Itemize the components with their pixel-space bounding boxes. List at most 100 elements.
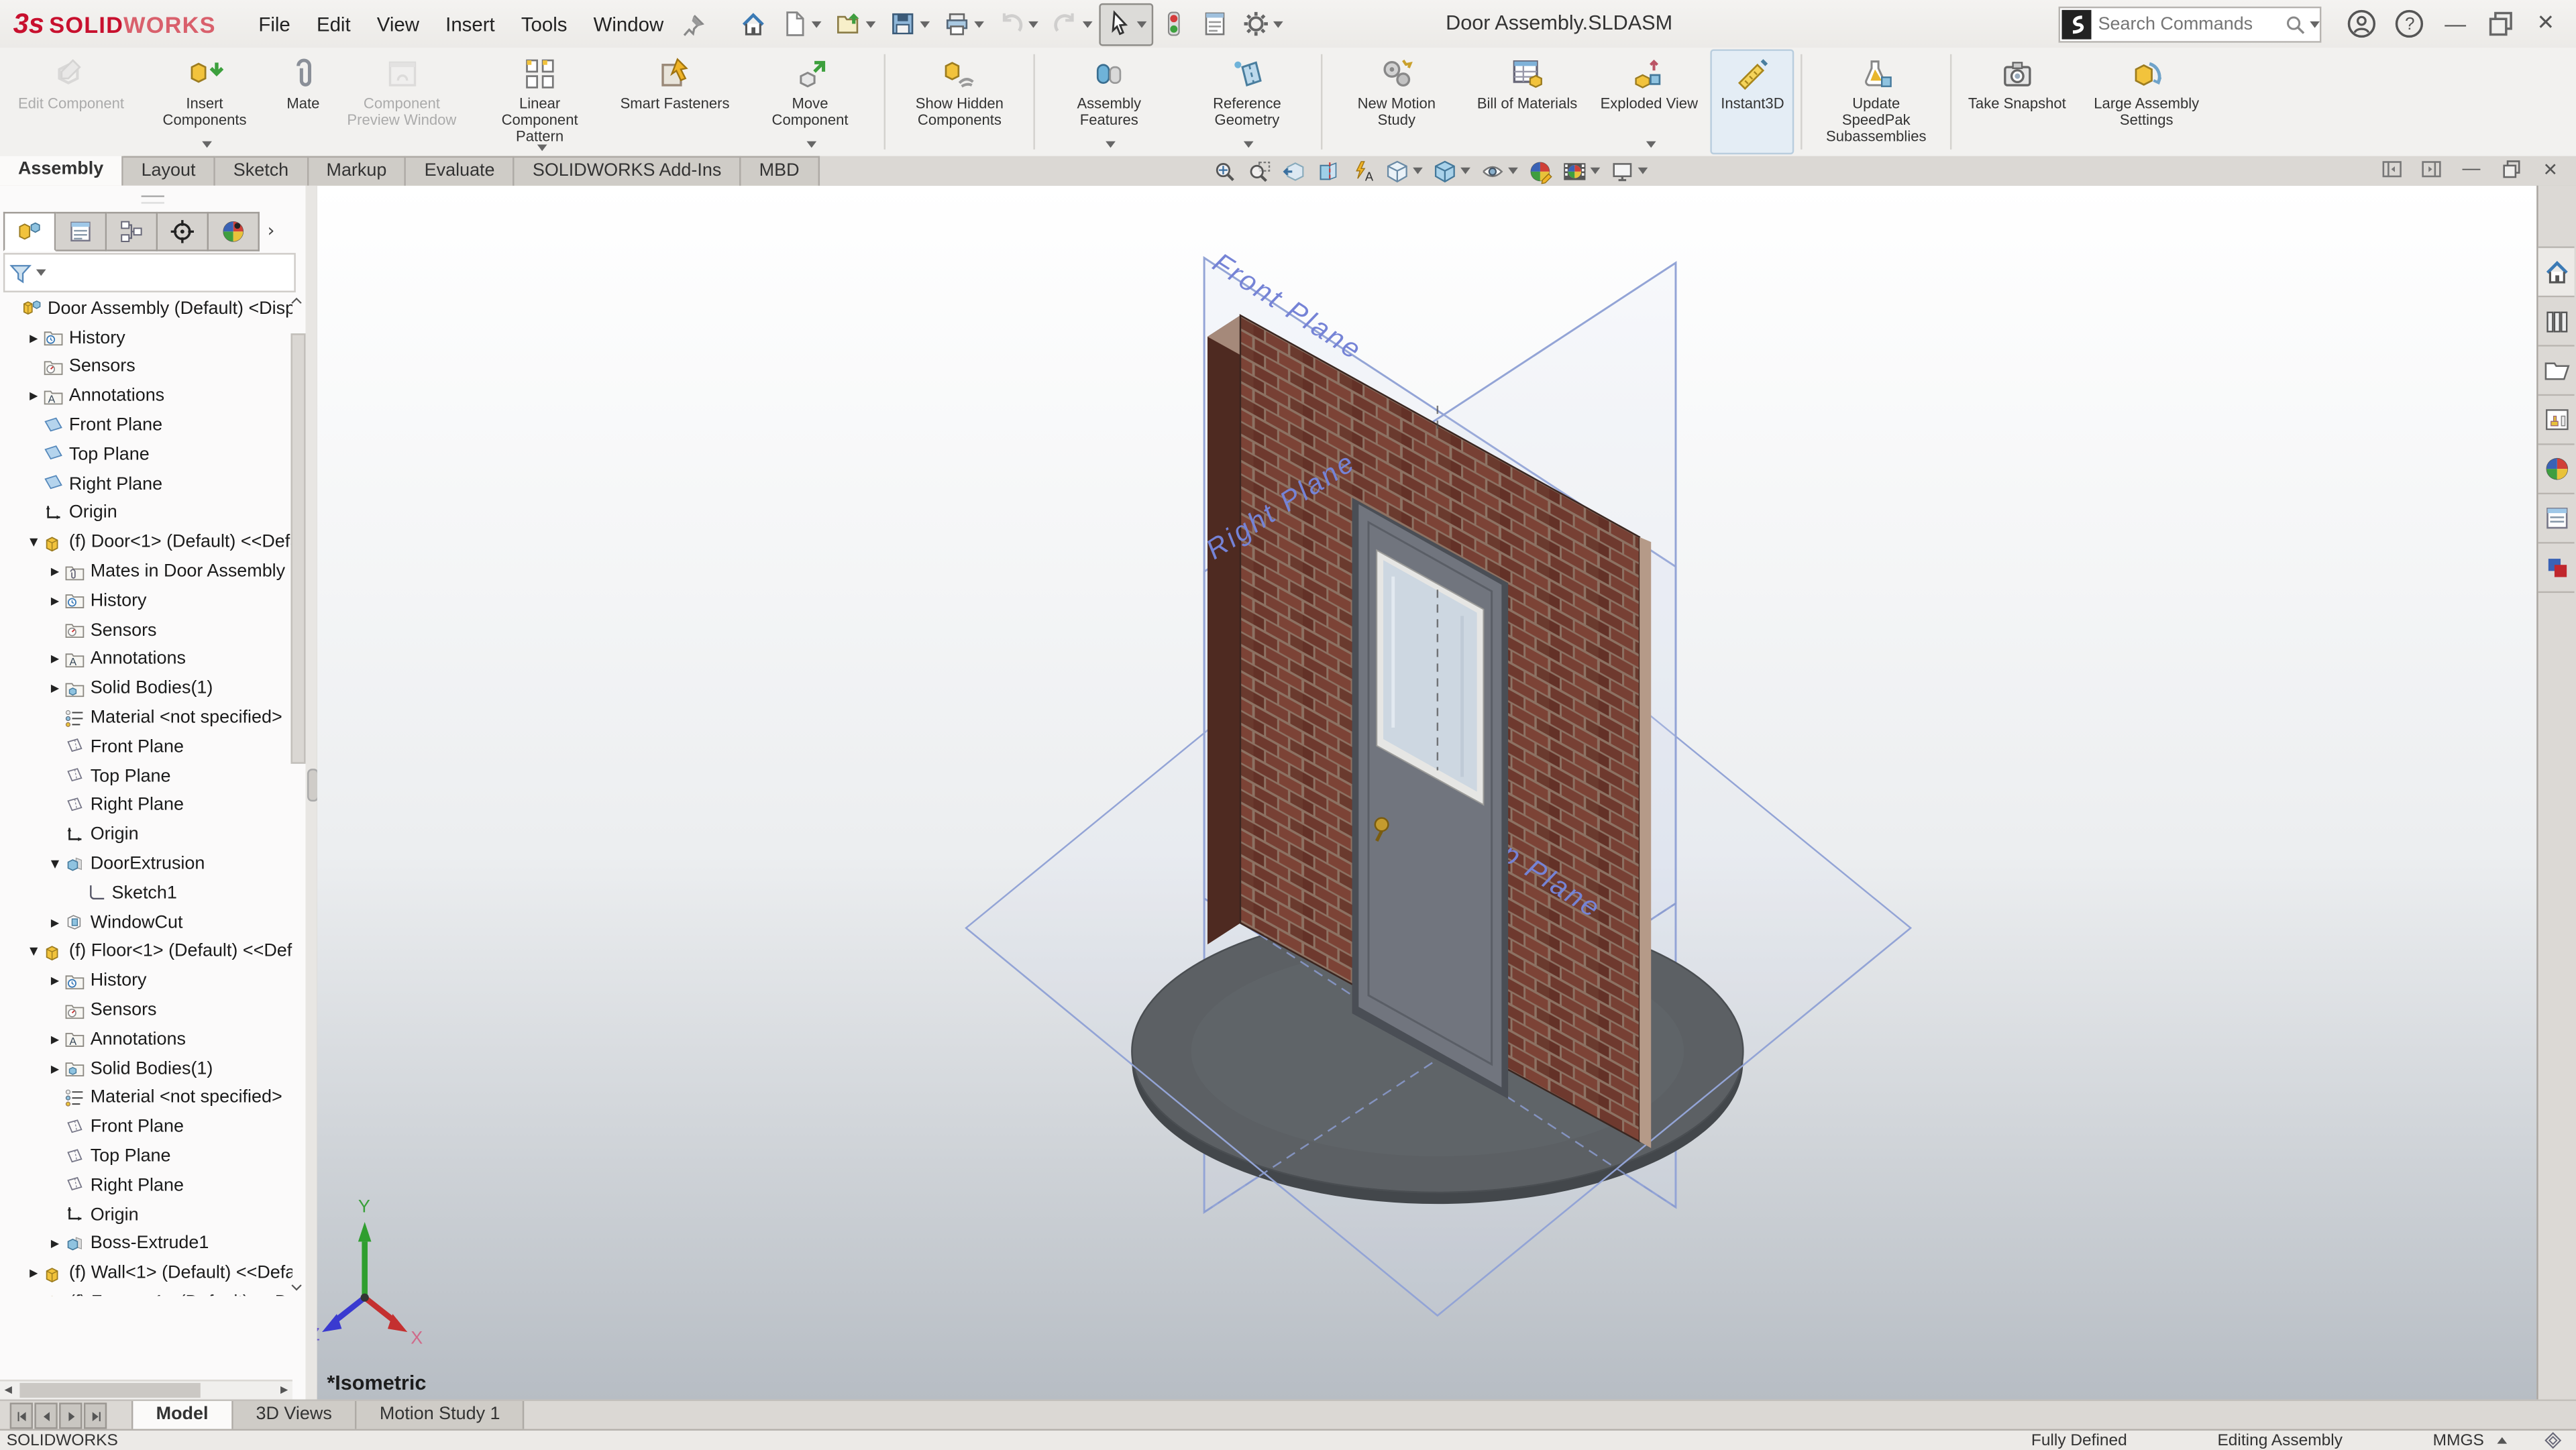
tree-item-annotations[interactable]: ▶AAnnotations bbox=[0, 645, 292, 674]
expander-collapsed-icon[interactable]: ▶ bbox=[46, 565, 64, 579]
reference-geometry-caret[interactable] bbox=[1244, 142, 1254, 148]
doc-restore-button[interactable] bbox=[2500, 158, 2523, 180]
menu-file[interactable]: File bbox=[246, 6, 304, 42]
save-button[interactable] bbox=[882, 3, 936, 46]
options-button[interactable] bbox=[1235, 3, 1289, 46]
menu-insert[interactable]: Insert bbox=[433, 6, 508, 42]
window-minimize-button[interactable]: — bbox=[2445, 11, 2466, 36]
edit-appearance-button[interactable] bbox=[1523, 158, 1557, 184]
tree-item-door-assembly-default-display-s[interactable]: Door Assembly (Default) <Display S bbox=[0, 294, 292, 323]
tree-item-history[interactable]: ▶History bbox=[0, 966, 292, 996]
expander-collapsed-icon[interactable]: ▶ bbox=[46, 682, 64, 695]
filter-funnel-icon[interactable] bbox=[8, 260, 33, 285]
appearances-scenes-button[interactable] bbox=[2538, 445, 2575, 494]
dimxpertmanager-tab[interactable] bbox=[158, 212, 209, 252]
tree-item-front-plane[interactable]: Front Plane bbox=[0, 732, 292, 762]
doc-tab-model[interactable]: Model bbox=[131, 1401, 233, 1431]
display-style-button[interactable] bbox=[1428, 158, 1475, 184]
previous-tab-button[interactable] bbox=[34, 1402, 57, 1429]
tree-item-material-not-specified[interactable]: Material <not specified> bbox=[0, 704, 292, 733]
hide-show-items-button[interactable] bbox=[1475, 158, 1523, 184]
tree-horizontal-scrollbar[interactable]: ◀ ▶ bbox=[0, 1380, 292, 1399]
take-snapshot-button[interactable]: Take Snapshot bbox=[1958, 49, 2076, 154]
panel-drag-handle[interactable] bbox=[142, 195, 164, 203]
tree-item-history[interactable]: ▶History bbox=[0, 586, 292, 616]
units-dropdown-caret[interactable] bbox=[2497, 1437, 2507, 1444]
configurationmanager-tab[interactable] bbox=[107, 212, 158, 252]
expander-collapsed-icon[interactable]: ▶ bbox=[46, 916, 64, 930]
update-speedpak-subassemblies-button[interactable]: Update SpeedPak Subassemblies bbox=[1809, 49, 1943, 154]
taskpane-home-button[interactable] bbox=[2538, 246, 2575, 297]
undo-button-caret[interactable] bbox=[1028, 21, 1038, 27]
new-document-button-caret[interactable] bbox=[812, 21, 822, 27]
move-component-button[interactable]: Move Component bbox=[743, 49, 877, 154]
featuremanager-tab[interactable] bbox=[3, 212, 56, 252]
menu-edit[interactable]: Edit bbox=[303, 6, 364, 42]
expander-collapsed-icon[interactable]: ▶ bbox=[46, 1062, 64, 1076]
expander-collapsed-icon[interactable]: ▶ bbox=[46, 594, 64, 608]
door-part[interactable] bbox=[1352, 498, 1509, 1099]
design-library-button[interactable] bbox=[2538, 297, 2575, 346]
scroll-right-icon[interactable]: ▶ bbox=[276, 1382, 292, 1400]
apply-scene-button[interactable] bbox=[1558, 158, 1605, 184]
account-icon[interactable] bbox=[2346, 8, 2377, 40]
tree-item-front-plane[interactable]: Front Plane bbox=[0, 411, 292, 441]
window-restore-button[interactable] bbox=[2486, 8, 2518, 40]
bill-of-materials-button[interactable]: Bill of Materials bbox=[1467, 49, 1587, 154]
search-icon[interactable] bbox=[2284, 12, 2306, 35]
insert-components-caret[interactable] bbox=[201, 142, 211, 148]
open-document-button[interactable] bbox=[828, 3, 882, 46]
expander-collapsed-icon[interactable]: ▶ bbox=[46, 974, 64, 988]
view-settings-button-caret[interactable] bbox=[1638, 168, 1648, 174]
first-tab-button[interactable] bbox=[10, 1402, 33, 1429]
search-commands-input[interactable] bbox=[2095, 12, 2284, 35]
tree-item-origin[interactable]: Origin bbox=[0, 820, 292, 850]
file-explorer-button[interactable] bbox=[2538, 347, 2575, 396]
tree-item-sensors[interactable]: Sensors bbox=[0, 995, 292, 1025]
view-settings-button[interactable] bbox=[1605, 158, 1653, 184]
scroll-up-icon[interactable] bbox=[289, 294, 304, 310]
instant3d-button[interactable]: Instant3D bbox=[1711, 49, 1794, 154]
expander-expanded-icon[interactable]: ▼ bbox=[25, 945, 43, 958]
file-properties-button[interactable] bbox=[1194, 3, 1235, 46]
expander-collapsed-icon[interactable]: ▶ bbox=[46, 1033, 64, 1046]
tag-icon[interactable] bbox=[2543, 1431, 2563, 1450]
doc-minimize-button[interactable]: — bbox=[2462, 160, 2480, 179]
forum-button[interactable] bbox=[2538, 544, 2575, 593]
tree-item-sketch1[interactable]: Sketch1 bbox=[0, 879, 292, 908]
scroll-down-icon[interactable] bbox=[289, 1280, 304, 1296]
tree-item-f-door-1-default-defaul[interactable]: ▼(f) Door<1> (Default) <<Defaul bbox=[0, 528, 292, 557]
dynamic-annotation-views-button[interactable]: A bbox=[1346, 158, 1380, 184]
home-button[interactable] bbox=[733, 3, 773, 46]
redo-button[interactable] bbox=[1044, 3, 1099, 46]
expander-collapsed-icon[interactable]: ▶ bbox=[25, 1267, 43, 1280]
tree-item-solid-bodies-1[interactable]: ▶Solid Bodies(1) bbox=[0, 674, 292, 704]
expander-collapsed-icon[interactable]: ▶ bbox=[25, 390, 43, 403]
tree-scrollbar-thumb[interactable] bbox=[290, 333, 305, 764]
next-tab-button[interactable] bbox=[59, 1402, 82, 1429]
tree-item-right-plane[interactable]: Right Plane bbox=[0, 469, 292, 499]
tree-item-sensors[interactable]: Sensors bbox=[0, 353, 292, 382]
tree-item-top-plane[interactable]: Top Plane bbox=[0, 762, 292, 791]
tree-item-f-frame-1-default-defau[interactable]: ▶(f) Frame<1> (Default) <<Defau bbox=[0, 1288, 292, 1296]
select-button[interactable] bbox=[1099, 3, 1153, 46]
expander-collapsed-icon[interactable]: ▶ bbox=[25, 331, 43, 345]
tree-filter[interactable] bbox=[3, 253, 296, 292]
exploded-view-caret[interactable] bbox=[1646, 142, 1656, 148]
large-assembly-settings-button[interactable]: Large Assembly Settings bbox=[2079, 49, 2214, 154]
insert-components-button[interactable]: Insert Components bbox=[138, 49, 272, 154]
new-document-button[interactable] bbox=[773, 3, 828, 46]
door-handle[interactable] bbox=[1375, 818, 1389, 832]
tree-item-origin[interactable]: Origin bbox=[0, 1200, 292, 1229]
tree-item-annotations[interactable]: ▶AAnnotations bbox=[0, 382, 292, 411]
collapse-left-pane-button[interactable] bbox=[2380, 158, 2403, 180]
tab-assembly[interactable]: Assembly bbox=[0, 156, 123, 186]
doc-close-button[interactable]: ✕ bbox=[2542, 158, 2558, 180]
tree-item-material-not-specified[interactable]: Material <not specified> bbox=[0, 1083, 292, 1113]
section-view-button[interactable] bbox=[1311, 158, 1345, 184]
filter-dropdown-caret[interactable] bbox=[36, 270, 46, 276]
pin-menu-icon[interactable] bbox=[680, 11, 706, 37]
view-orientation-button-caret[interactable] bbox=[1413, 168, 1423, 174]
tree-item-f-wall-1-default-default[interactable]: ▶(f) Wall<1> (Default) <<Default bbox=[0, 1259, 292, 1288]
tree-item-right-plane[interactable]: Right Plane bbox=[0, 1171, 292, 1201]
